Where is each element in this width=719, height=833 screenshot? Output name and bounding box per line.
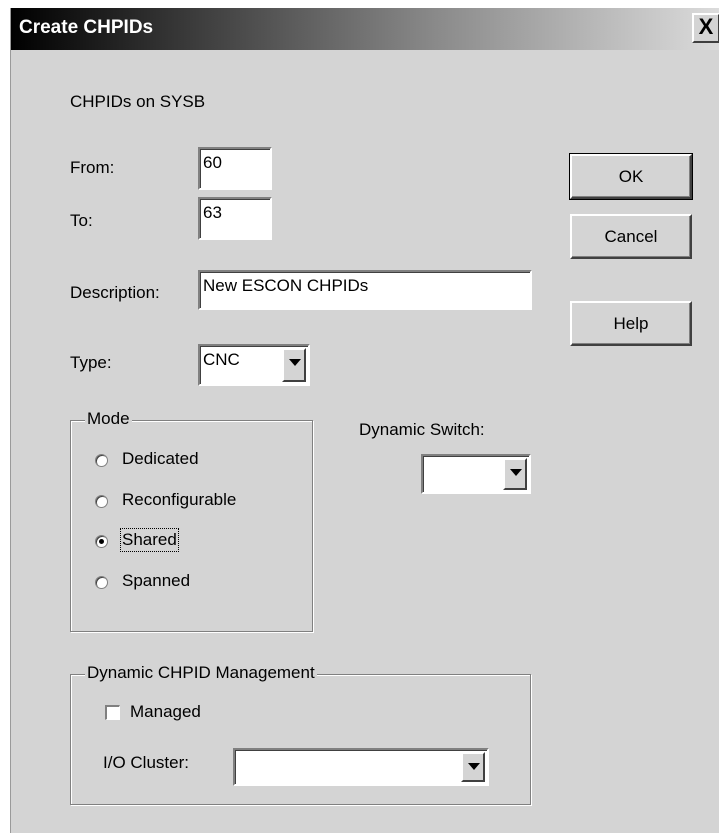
close-icon: X — [698, 14, 714, 39]
radio-dedicated[interactable] — [95, 454, 108, 467]
radio-spanned[interactable] — [95, 576, 108, 589]
dcm-legend: Dynamic CHPID Management — [85, 663, 317, 683]
radio-label-reconfigurable: Reconfigurable — [122, 490, 237, 509]
radio-shared[interactable] — [95, 535, 108, 548]
to-input[interactable]: 63 — [198, 197, 272, 240]
chevron-down-icon[interactable] — [503, 458, 527, 490]
radio-label-dedicated: Dedicated — [122, 449, 199, 468]
chevron-down-icon[interactable] — [282, 348, 306, 382]
radio-label-shared: Shared — [120, 528, 179, 552]
managed-checkbox[interactable] — [105, 705, 120, 720]
from-label: From: — [70, 158, 115, 177]
description-input[interactable]: New ESCON CHPIDs — [198, 270, 532, 310]
close-button[interactable]: X — [692, 13, 719, 43]
create-chpids-dialog: Create CHPIDs X CHPIDs on SYSB From: 60 … — [10, 8, 719, 833]
radio-reconfigurable[interactable] — [95, 495, 108, 508]
dynamic-switch-select[interactable] — [421, 454, 531, 494]
type-select[interactable]: CNC — [198, 344, 310, 386]
chevron-down-icon[interactable] — [461, 752, 485, 782]
window-title: Create CHPIDs — [19, 17, 154, 38]
type-value: CNC — [203, 350, 240, 369]
to-label: To: — [70, 211, 93, 230]
chpids-heading: CHPIDs on SYSB — [70, 92, 206, 111]
cancel-button[interactable]: Cancel — [570, 214, 692, 259]
from-input[interactable]: 60 — [198, 147, 272, 190]
help-button[interactable]: Help — [570, 301, 692, 346]
description-label: Description: — [70, 283, 160, 302]
dynamic-switch-label: Dynamic Switch: — [359, 420, 485, 439]
managed-label: Managed — [130, 702, 201, 721]
io-cluster-select[interactable] — [233, 748, 489, 786]
title-bar[interactable]: Create CHPIDs X — [11, 8, 719, 50]
type-label: Type: — [70, 353, 112, 372]
io-cluster-label: I/O Cluster: — [103, 753, 189, 772]
radio-label-spanned: Spanned — [122, 571, 191, 590]
ok-button[interactable]: OK — [569, 153, 693, 200]
mode-legend: Mode — [85, 409, 132, 429]
